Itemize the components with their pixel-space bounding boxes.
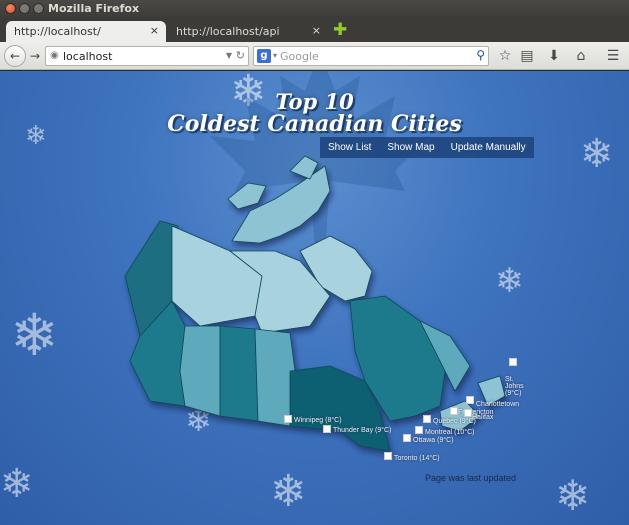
city-label: Winnipeg (8°C) — [294, 417, 342, 424]
city-label: Montreal (10°C) — [425, 429, 475, 436]
city-marker[interactable] — [450, 407, 458, 415]
clipboard-icon[interactable]: ▤ — [518, 47, 536, 65]
city-marker[interactable] — [284, 415, 292, 423]
city-marker[interactable] — [384, 452, 392, 460]
city-marker[interactable] — [323, 425, 331, 433]
new-tab-icon[interactable]: ✚ — [333, 20, 347, 40]
url-bar[interactable]: ◉ localhost ▼ ↻ — [45, 46, 249, 66]
star-icon[interactable]: ☆ — [496, 47, 514, 65]
tab-strip: http://localhost/ × http://localhost/api… — [0, 18, 629, 42]
city-marker[interactable] — [403, 434, 411, 442]
globe-icon: ◉ — [50, 50, 59, 61]
home-icon[interactable]: ⌂ — [572, 47, 590, 65]
forward-button[interactable]: → — [26, 47, 44, 65]
tab-label: http://localhost/api — [176, 25, 280, 38]
tab-localhost[interactable]: http://localhost/ × — [6, 21, 166, 42]
city-label: St. Johns (9°C) — [505, 376, 524, 397]
city-label: Thunder Bay (9°C) — [333, 427, 392, 434]
city-label: Halifax — [472, 414, 494, 421]
menu-icon[interactable]: ☰ — [604, 47, 622, 65]
tab-label: http://localhost/ — [14, 25, 101, 38]
page-content: ❄ ❄ ❄ ❄ ❄ ❄ ❄ ❄ ❄ Top 10 Coldest Canadia… — [0, 71, 629, 525]
search-bar[interactable]: g ▾ Google ⚲ — [253, 46, 489, 66]
window-titlebar: Mozilla Firefox — [0, 0, 629, 18]
search-icon[interactable]: ⚲ — [476, 48, 485, 62]
tab-close-icon[interactable]: × — [150, 24, 159, 37]
saskatchewan-region — [219, 325, 259, 422]
last-updated-text: Page was last updated — [425, 473, 517, 483]
engine-dropdown-icon[interactable]: ▾ — [273, 51, 277, 60]
tab-localhost-api[interactable]: http://localhost/api × — [168, 21, 328, 42]
back-button[interactable]: ← — [4, 45, 26, 67]
city-marker[interactable] — [466, 396, 474, 404]
city-marker[interactable] — [509, 358, 517, 366]
search-placeholder: Google — [280, 50, 319, 63]
city-label: Toronto (14°C) — [394, 455, 440, 462]
manitoba-region — [254, 328, 296, 427]
arctic-island-small — [227, 182, 267, 210]
maximize-window-button[interactable] — [33, 3, 44, 14]
city-label: Ottawa (9°C) — [413, 437, 454, 444]
alberta-region — [179, 325, 221, 417]
city-label: Charlottetown — [476, 401, 520, 408]
close-window-button[interactable] — [5, 3, 16, 14]
city-label: Quebec (9°C) — [433, 418, 476, 425]
city-marker[interactable] — [415, 426, 423, 434]
google-logo-icon[interactable]: g — [257, 49, 271, 63]
reload-icon[interactable]: ↻ — [236, 49, 245, 62]
window-controls — [5, 3, 44, 14]
download-icon[interactable]: ⬇ — [545, 47, 563, 65]
city-marker[interactable] — [464, 409, 472, 417]
minimize-window-button[interactable] — [19, 3, 30, 14]
navigation-toolbar: ← → ◉ localhost ▼ ↻ g ▾ Google ⚲ ☆ ▤ ⬇ ⌂… — [0, 42, 629, 70]
window-title: Mozilla Firefox — [48, 2, 140, 15]
url-text[interactable]: localhost — [63, 50, 112, 63]
city-marker[interactable] — [423, 415, 431, 423]
canada-map[interactable] — [0, 71, 629, 525]
history-dropdown-icon[interactable]: ▼ — [226, 51, 232, 60]
tab-close-icon[interactable]: × — [312, 24, 321, 37]
